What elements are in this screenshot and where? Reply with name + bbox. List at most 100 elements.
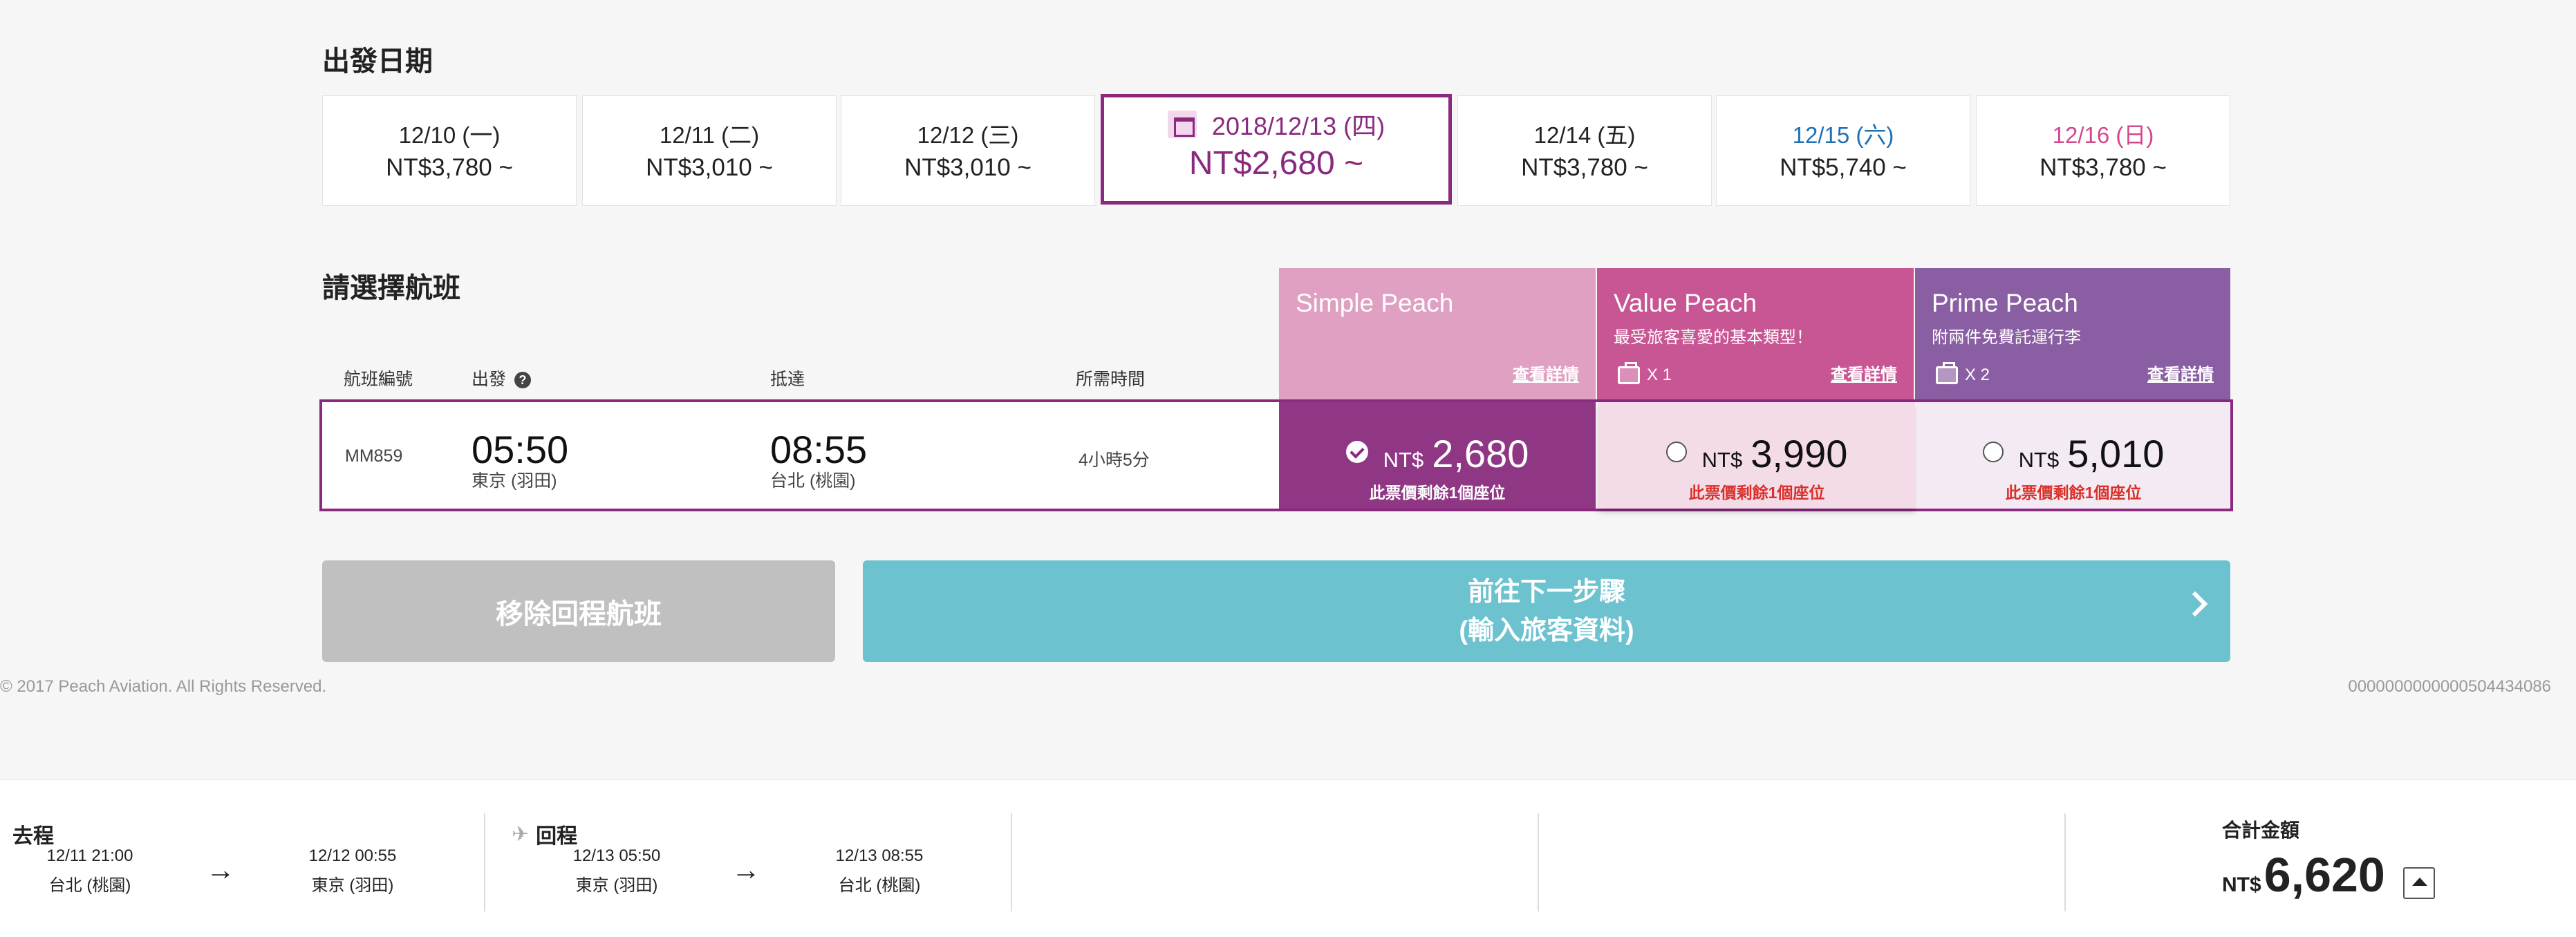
- date-price: NT$3,010 ~: [646, 154, 773, 181]
- divider: [1538, 813, 1539, 911]
- date-label: 2018/12/13 (四): [1104, 110, 1448, 140]
- date-price: NT$3,780 ~: [1521, 154, 1648, 181]
- fare-option-value[interactable]: NT$ 3,990 此票價剩餘1個座位: [1598, 402, 1915, 509]
- date-card-selected[interactable]: 2018/12/13 (四) NT$2,680 ~: [1101, 94, 1452, 205]
- fare-name: Simple Peach: [1296, 289, 1454, 317]
- baggage-info: X 1: [1618, 362, 1672, 385]
- leg-dep-airport: 東京 (羽田): [575, 876, 658, 895]
- leg-title: ✈ 回程: [512, 819, 577, 849]
- seats-remaining: 此票價剩餘1個座位: [1369, 484, 1506, 502]
- summary-bar: 去程 12/11 21:00 台北 (桃園) → 12/12 00:55 東京 …: [0, 779, 2576, 937]
- total-value: 6,620: [2264, 848, 2385, 902]
- date-card[interactable]: 12/12 (三) NT$3,010 ~: [841, 95, 1095, 206]
- total-label: 合計金額: [2222, 820, 2300, 841]
- arrival-time: 08:55: [770, 428, 868, 471]
- date-price: NT$3,780 ~: [386, 154, 513, 181]
- departure-date-title: 出發日期: [322, 46, 433, 77]
- fare-name: Prime Peach: [1932, 289, 2078, 317]
- date-price: NT$5,740 ~: [1780, 154, 1907, 181]
- fare-option-simple[interactable]: NT$ 2,680 此票價剩餘1個座位: [1279, 402, 1596, 509]
- leg-dep-time: 12/13 05:50: [572, 846, 661, 865]
- leg-dep-time: 12/11 21:00: [46, 846, 133, 865]
- baggage-info: X 2: [1936, 362, 1990, 385]
- fare-details-link[interactable]: 查看詳情: [1513, 361, 1579, 385]
- col-arrival: 抵達: [770, 370, 805, 389]
- col-flight-no: 航班編號: [344, 370, 413, 389]
- date-card[interactable]: 12/16 (日) NT$3,780 ~: [1976, 95, 2230, 206]
- date-strip: 12/10 (一) NT$3,780 ~ 12/11 (二) NT$3,010 …: [322, 94, 2230, 206]
- radio-button[interactable]: [1982, 442, 2004, 462]
- remove-return-flight-button[interactable]: 移除回程航班: [322, 560, 835, 662]
- fare-name: Value Peach: [1614, 289, 1757, 317]
- flight-row: MM859 05:50 東京 (羽田) 08:55 台北 (桃園) 4小時5分 …: [319, 399, 2233, 511]
- arrow-right-icon: →: [731, 853, 760, 886]
- fare-subtitle: 附兩件免費託運行李: [1932, 328, 2081, 347]
- checked-radio-icon[interactable]: [1345, 441, 1368, 463]
- baggage-count: X 2: [1965, 366, 1990, 384]
- date-price: NT$2,680 ~: [1188, 145, 1364, 182]
- fare-header-simple: Simple Peach 查看詳情: [1279, 268, 1596, 401]
- fare-price: NT$ 3,990: [1598, 431, 1915, 475]
- fare-subtitle: 最受旅客喜愛的基本類型！: [1614, 328, 1813, 347]
- date-label: 12/16 (日): [2052, 122, 2154, 148]
- date-label: 12/15 (六): [1792, 122, 1894, 148]
- fare-amount: 2,680: [1432, 432, 1529, 475]
- date-label: 12/12 (三): [917, 122, 1019, 148]
- col-departure: 出發?: [472, 366, 532, 390]
- flight-select-title: 請選擇航班: [322, 273, 460, 303]
- fare-details-link[interactable]: 查看詳情: [1831, 361, 1897, 385]
- next-step-sublabel: (輸入旅客資料): [1459, 616, 1634, 645]
- col-duration: 所需時間: [1076, 370, 1146, 389]
- leg-dep-airport: 台北 (桃園): [48, 876, 131, 895]
- date-price: NT$3,780 ~: [2040, 154, 2167, 181]
- total-amount: NT$ 6,620: [2222, 847, 2385, 902]
- fare-amount: 3,990: [1751, 432, 1848, 475]
- next-step-label: 前往下一步驟: [1467, 577, 1625, 607]
- fare-option-prime[interactable]: NT$ 5,010 此票價剩餘1個座位: [1916, 402, 2230, 509]
- calendar-icon: [1167, 111, 1197, 138]
- flight-duration: 4小時5分: [1079, 451, 1150, 470]
- leg-arr-time: 12/13 08:55: [835, 846, 924, 865]
- date-label: 12/10 (一): [398, 122, 501, 148]
- inbound-label: 回程: [536, 825, 578, 848]
- divider: [1011, 813, 1012, 911]
- col-departure-label: 出發: [472, 370, 507, 389]
- departure-airport: 東京 (羽田): [472, 471, 557, 491]
- date-label: 12/11 (二): [659, 122, 760, 148]
- next-step-button[interactable]: 前往下一步驟 (輸入旅客資料): [863, 560, 2230, 662]
- reference-code: 0000000000000504434086: [2348, 677, 2551, 696]
- radio-button[interactable]: [1665, 442, 1687, 462]
- fare-subtitle: [1296, 323, 1579, 343]
- selected-date-text: 2018/12/13 (四): [1211, 112, 1385, 140]
- date-card[interactable]: 12/11 (二) NT$3,010 ~: [582, 95, 837, 206]
- help-icon[interactable]: ?: [514, 372, 532, 389]
- flight-number: MM859: [345, 446, 403, 466]
- arrow-right-icon: →: [206, 853, 235, 886]
- date-card[interactable]: 12/10 (一) NT$3,780 ~: [322, 95, 577, 206]
- date-price: NT$3,010 ~: [904, 154, 1032, 181]
- outbound-leg: 去程 12/11 21:00 台北 (桃園) → 12/12 00:55 東京 …: [0, 780, 484, 937]
- outbound-label: 去程: [12, 825, 54, 848]
- inbound-leg: ✈ 回程 12/13 05:50 東京 (羽田) → 12/13 08:55 台北…: [485, 780, 1011, 937]
- fare-currency: NT$: [1701, 448, 1743, 472]
- fare-price: NT$ 5,010: [1916, 431, 2230, 475]
- fare-price: NT$ 2,680: [1279, 431, 1596, 475]
- arrival-airport: 台北 (桃園): [770, 471, 856, 491]
- departure-time: 05:50: [472, 428, 569, 471]
- date-card[interactable]: 12/14 (五) NT$3,780 ~: [1457, 95, 1712, 206]
- leg-arr-airport: 東京 (羽田): [311, 876, 394, 895]
- baggage-icon: [1618, 362, 1640, 384]
- fare-header-prime: Prime Peach 附兩件免費託運行李 X 2 查看詳情: [1915, 268, 2230, 401]
- plane-icon: ✈: [512, 822, 530, 846]
- fare-currency: NT$: [1383, 448, 1424, 472]
- fare-details-link[interactable]: 查看詳情: [2147, 361, 2214, 385]
- date-card[interactable]: 12/15 (六) NT$5,740 ~: [1716, 95, 1970, 206]
- leg-arr-time: 12/12 00:55: [308, 846, 397, 865]
- seats-remaining: 此票價剩餘1個座位: [2005, 484, 2142, 502]
- divider: [2064, 813, 2066, 911]
- baggage-icon: [1936, 362, 1958, 384]
- expand-summary-button[interactable]: [2403, 867, 2435, 899]
- fare-amount: 5,010: [2067, 432, 2165, 475]
- copyright: © 2017 Peach Aviation. All Rights Reserv…: [0, 677, 327, 696]
- total-currency: NT$: [2222, 873, 2261, 896]
